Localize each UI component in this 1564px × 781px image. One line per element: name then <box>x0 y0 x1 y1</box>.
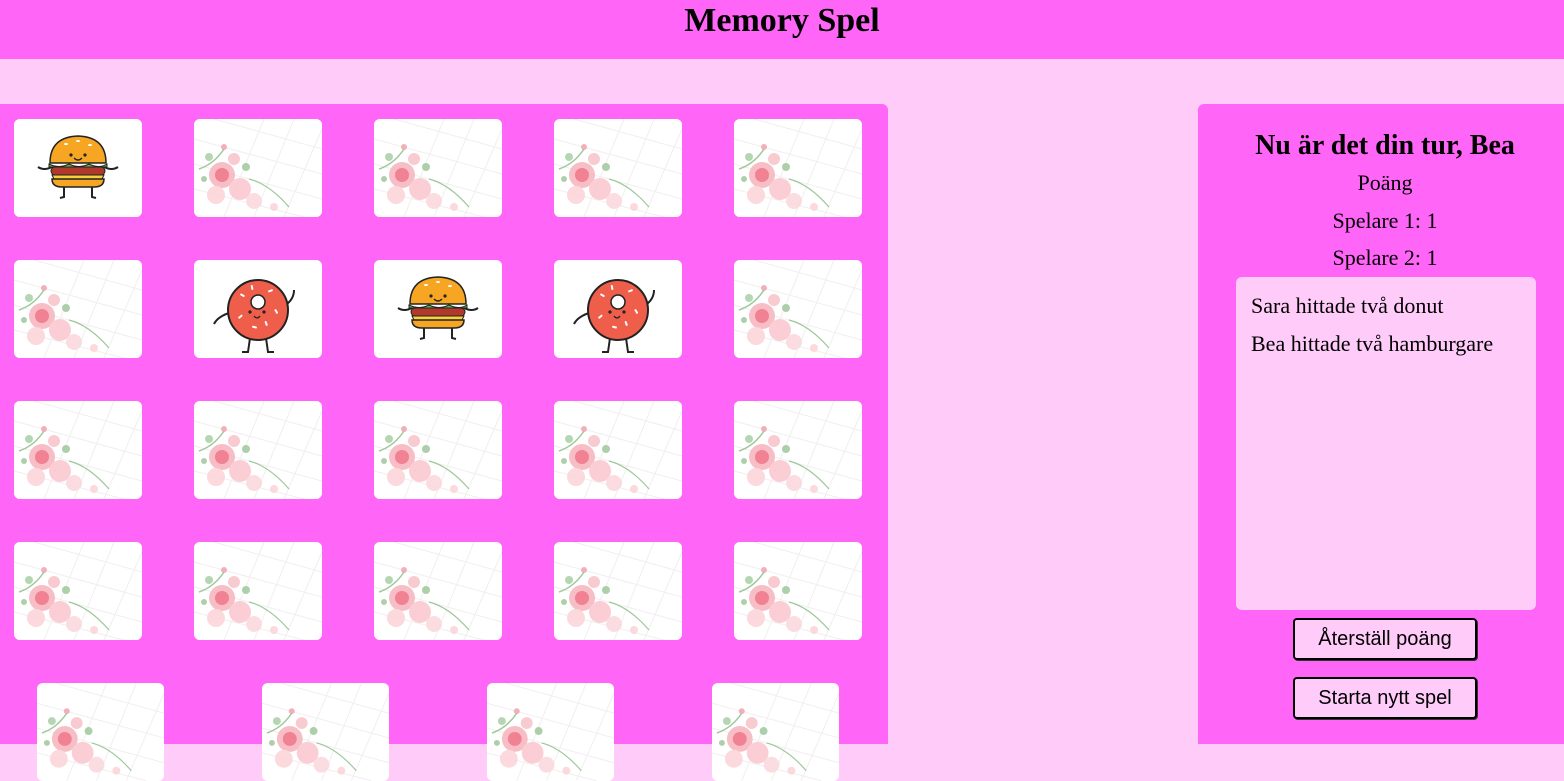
memory-card-facedown[interactable] <box>554 401 682 499</box>
page-title: Memory Spel <box>684 2 880 39</box>
burger-image <box>14 119 142 217</box>
memory-card-burger[interactable] <box>14 119 142 217</box>
floral-card-back-image <box>554 119 682 217</box>
floral-card-back-image <box>14 401 142 499</box>
memory-card-facedown[interactable] <box>194 542 322 640</box>
memory-card-facedown[interactable] <box>554 542 682 640</box>
donut-image <box>554 260 682 358</box>
memory-card-facedown[interactable] <box>194 401 322 499</box>
floral-card-back-image <box>262 683 389 781</box>
memory-card-facedown[interactable] <box>14 401 142 499</box>
floral-card-back-image <box>734 260 862 358</box>
memory-card-facedown[interactable] <box>374 542 502 640</box>
memory-card-facedown[interactable] <box>734 260 862 358</box>
memory-card-burger[interactable] <box>374 260 502 358</box>
memory-card-facedown[interactable] <box>734 119 862 217</box>
memory-card-facedown[interactable] <box>734 542 862 640</box>
memory-card-facedown[interactable] <box>374 119 502 217</box>
floral-card-back-image <box>14 260 142 358</box>
floral-card-back-image <box>734 119 862 217</box>
side-panel: Nu är det din tur, Bea Poäng Spelare 1: … <box>1198 104 1564 744</box>
event-log: Sara hittade två donut Bea hittade två h… <box>1236 277 1536 610</box>
new-game-button[interactable]: Starta nytt spel <box>1293 677 1477 719</box>
floral-card-back-image <box>374 119 502 217</box>
memory-card-facedown[interactable] <box>14 542 142 640</box>
floral-card-back-image <box>374 401 502 499</box>
memory-card-donut[interactable] <box>554 260 682 358</box>
memory-card-facedown[interactable] <box>374 401 502 499</box>
floral-card-back-image <box>194 401 322 499</box>
memory-card-facedown[interactable] <box>37 683 164 781</box>
log-entry: Bea hittade två hamburgare <box>1251 331 1494 356</box>
floral-card-back-image <box>487 683 614 781</box>
memory-card-facedown[interactable] <box>712 683 839 781</box>
floral-card-back-image <box>712 683 839 781</box>
player-2-score: Spelare 2: 1 <box>1332 245 1438 270</box>
floral-card-back-image <box>734 401 862 499</box>
memory-card-facedown[interactable] <box>194 119 322 217</box>
donut-image <box>194 260 322 358</box>
memory-card-facedown[interactable] <box>262 683 389 781</box>
floral-card-back-image <box>554 542 682 640</box>
score-heading: Poäng <box>1357 170 1413 195</box>
memory-card-facedown[interactable] <box>14 260 142 358</box>
turn-indicator: Nu är det din tur, Bea <box>1255 130 1515 161</box>
floral-card-back-image <box>554 401 682 499</box>
header-bar: Memory Spel <box>0 0 1564 59</box>
memory-card-donut[interactable] <box>194 260 322 358</box>
floral-card-back-image <box>194 119 322 217</box>
floral-card-back-image <box>734 542 862 640</box>
player-1-score: Spelare 1: 1 <box>1332 208 1438 233</box>
game-board <box>0 104 888 781</box>
floral-card-back-image <box>14 542 142 640</box>
memory-card-facedown[interactable] <box>554 119 682 217</box>
burger-image <box>374 260 502 358</box>
reset-score-button[interactable]: Återställ poäng <box>1293 618 1477 660</box>
memory-card-facedown[interactable] <box>734 401 862 499</box>
memory-card-facedown[interactable] <box>487 683 614 781</box>
floral-card-back-image <box>37 683 164 781</box>
floral-card-back-image <box>374 542 502 640</box>
log-entry: Sara hittade två donut <box>1251 293 1444 318</box>
floral-card-back-image <box>194 542 322 640</box>
